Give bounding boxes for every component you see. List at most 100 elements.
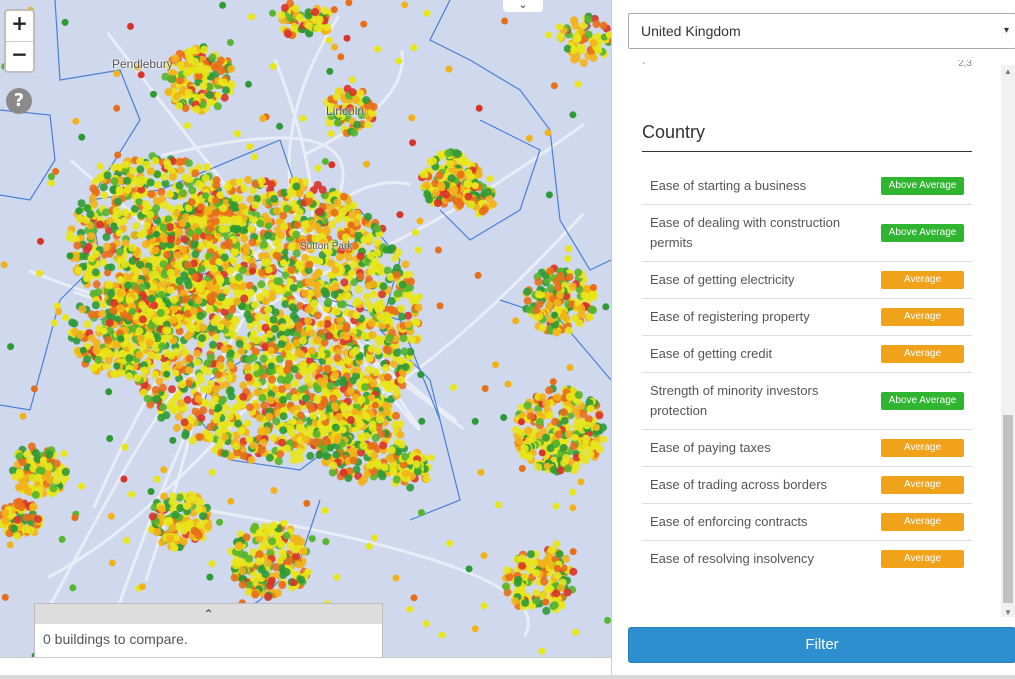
building-marker[interactable] (331, 43, 339, 51)
building-marker[interactable] (175, 228, 184, 237)
building-marker[interactable] (580, 291, 589, 300)
building-marker[interactable] (313, 394, 322, 403)
building-marker[interactable] (376, 313, 385, 321)
building-marker[interactable] (173, 251, 182, 260)
building-marker[interactable] (552, 328, 561, 337)
building-marker[interactable] (407, 277, 415, 286)
building-marker[interactable] (555, 550, 564, 559)
building-marker[interactable] (379, 441, 388, 450)
building-marker[interactable] (322, 452, 331, 461)
building-marker[interactable] (349, 260, 358, 269)
building-marker[interactable] (238, 567, 247, 576)
building-marker[interactable] (550, 601, 559, 610)
building-marker[interactable] (275, 367, 284, 375)
building-marker[interactable] (195, 180, 204, 189)
building-marker[interactable] (367, 319, 376, 327)
building-marker[interactable] (168, 385, 176, 394)
building-marker[interactable] (110, 222, 118, 230)
building-marker[interactable] (404, 320, 413, 329)
building-marker[interactable] (276, 450, 285, 459)
building-marker[interactable] (535, 417, 544, 426)
building-marker[interactable] (254, 557, 263, 566)
building-marker[interactable] (258, 393, 267, 402)
building-marker[interactable] (211, 208, 220, 217)
building-marker[interactable] (251, 522, 259, 531)
building-marker[interactable] (556, 291, 564, 300)
building-marker[interactable] (570, 16, 579, 25)
building-marker[interactable] (523, 296, 532, 305)
building-marker[interactable] (117, 368, 126, 377)
building-marker[interactable] (136, 165, 145, 174)
building-marker[interactable] (214, 428, 223, 437)
building-marker[interactable] (313, 24, 322, 33)
building-marker[interactable] (260, 240, 269, 249)
building-marker[interactable] (316, 258, 324, 265)
building-marker[interactable] (219, 78, 228, 87)
building-marker[interactable] (587, 293, 596, 302)
building-marker[interactable] (559, 443, 568, 452)
building-marker[interactable] (115, 185, 124, 194)
building-marker[interactable] (329, 461, 338, 470)
building-marker[interactable] (365, 542, 373, 550)
building-marker[interactable] (269, 521, 278, 530)
building-marker[interactable] (352, 96, 361, 105)
building-marker[interactable] (384, 384, 393, 393)
building-marker[interactable] (100, 191, 109, 200)
building-marker[interactable] (210, 264, 219, 273)
building-marker[interactable] (287, 266, 296, 274)
building-marker[interactable] (364, 212, 373, 221)
building-marker[interactable] (133, 373, 142, 382)
building-marker[interactable] (222, 286, 231, 295)
building-marker[interactable] (314, 164, 322, 172)
building-marker[interactable] (76, 330, 84, 339)
building-marker[interactable] (512, 425, 520, 434)
building-marker[interactable] (334, 433, 343, 442)
building-marker[interactable] (196, 521, 205, 530)
building-marker[interactable] (168, 398, 177, 407)
building-marker[interactable] (314, 268, 323, 277)
building-marker[interactable] (231, 193, 240, 202)
building-marker[interactable] (521, 598, 530, 607)
building-marker[interactable] (326, 381, 335, 390)
building-marker[interactable] (15, 497, 24, 506)
building-marker[interactable] (297, 575, 306, 584)
building-marker[interactable] (99, 183, 108, 192)
building-marker[interactable] (357, 395, 366, 404)
building-marker[interactable] (392, 411, 401, 420)
building-marker[interactable] (143, 394, 152, 403)
building-marker[interactable] (365, 354, 374, 363)
building-marker[interactable] (364, 120, 372, 129)
building-marker[interactable] (274, 457, 283, 466)
building-marker[interactable] (346, 387, 355, 395)
building-marker[interactable] (524, 426, 533, 435)
building-marker[interactable] (279, 323, 287, 332)
building-marker[interactable] (362, 292, 371, 301)
building-marker[interactable] (180, 418, 189, 427)
building-marker[interactable] (84, 242, 93, 251)
building-marker[interactable] (180, 235, 189, 244)
building-marker[interactable] (132, 222, 141, 230)
building-marker[interactable] (301, 394, 310, 403)
building-marker[interactable] (568, 282, 577, 291)
building-marker[interactable] (138, 283, 147, 292)
building-marker[interactable] (94, 355, 103, 364)
building-marker[interactable] (191, 527, 200, 536)
building-marker[interactable] (258, 268, 267, 277)
building-marker[interactable] (429, 156, 437, 165)
building-marker[interactable] (437, 181, 446, 190)
building-marker[interactable] (592, 20, 601, 29)
building-marker[interactable] (76, 214, 85, 223)
building-marker[interactable] (309, 362, 318, 371)
building-marker[interactable] (232, 442, 241, 451)
building-marker[interactable] (261, 288, 270, 297)
building-marker[interactable] (538, 324, 547, 333)
building-marker[interactable] (142, 221, 151, 230)
building-marker[interactable] (108, 559, 116, 567)
building-marker[interactable] (296, 13, 304, 22)
building-marker[interactable] (544, 129, 552, 137)
building-marker[interactable] (366, 442, 375, 451)
building-marker[interactable] (156, 309, 165, 317)
building-marker[interactable] (356, 272, 365, 281)
building-marker[interactable] (110, 370, 119, 378)
building-marker[interactable] (238, 202, 247, 211)
